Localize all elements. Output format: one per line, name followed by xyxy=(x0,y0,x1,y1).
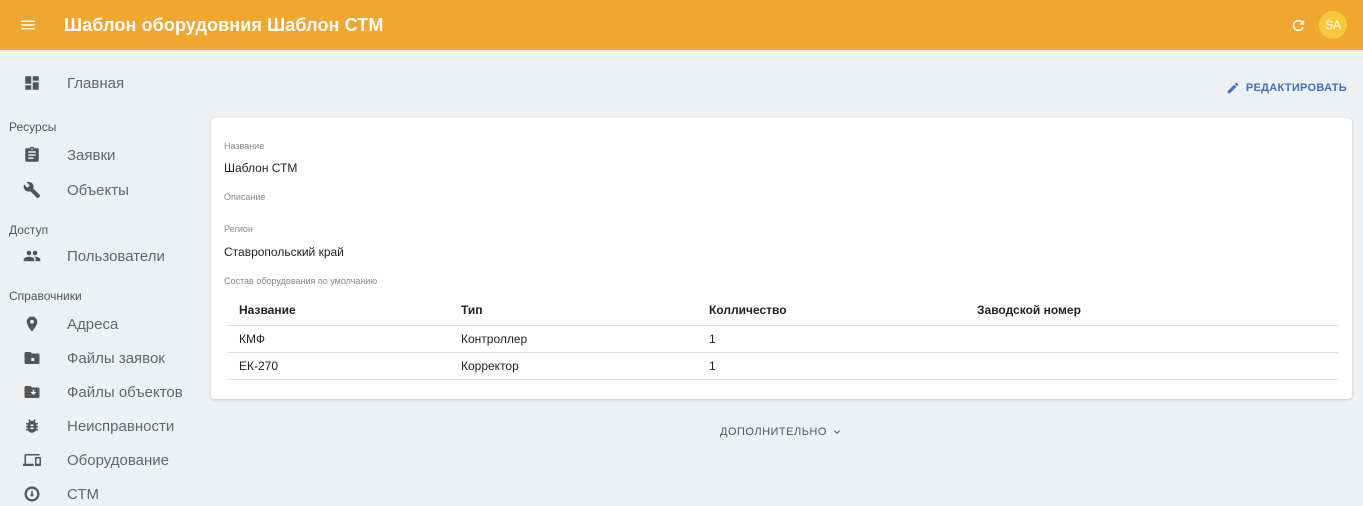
name-value: Шаблон СТМ xyxy=(224,161,298,175)
folder-icon xyxy=(22,348,42,368)
sidebar-item-equipment[interactable]: Оборудование xyxy=(0,443,200,477)
sidebar-item-stm[interactable]: СТМ xyxy=(0,477,200,506)
table-row[interactable]: ЕК-270 Корректор 1 xyxy=(227,352,1338,380)
sidebar-item-label: Файлы объектов xyxy=(67,383,183,401)
pencil-icon xyxy=(1227,82,1239,94)
name-label: Название xyxy=(224,141,265,151)
composition-label: Состав оборудования по умолчанию xyxy=(224,276,378,286)
sidebar-section-resources: Ресурсы xyxy=(9,120,57,134)
sidebar-section-access: Доступ xyxy=(9,223,49,237)
sidebar-section-refs: Справочники xyxy=(9,289,82,303)
place-icon xyxy=(22,314,42,334)
cell-quantity: 1 xyxy=(697,325,965,353)
sidebar-item-requests[interactable]: Заявки xyxy=(0,138,200,172)
more-button-label: ДОПОЛНИТЕЛЬНО xyxy=(720,426,827,438)
table-row[interactable]: КМФ Контроллер 1 xyxy=(227,325,1338,353)
edit-button[interactable]: РЕДАКТИРОВАТЬ xyxy=(1226,81,1347,95)
refresh-icon xyxy=(1292,19,1304,31)
menu-button[interactable] xyxy=(0,0,56,50)
clipboard-icon xyxy=(22,145,42,165)
sidebar-item-addresses[interactable]: Адреса xyxy=(0,307,200,341)
sidebar-item-home[interactable]: Главная xyxy=(0,66,200,100)
sidebar-item-request-files[interactable]: Файлы заявок xyxy=(0,341,200,375)
app-bar: Шаблон оборудовния Шаблон СТМ SA xyxy=(0,0,1363,50)
description-label: Описание xyxy=(224,192,266,202)
column-header-quantity[interactable]: Колличество xyxy=(697,296,965,326)
wrench-icon xyxy=(22,180,42,200)
bug-icon xyxy=(22,416,42,436)
column-header-name[interactable]: Название xyxy=(227,296,449,326)
page-title: Шаблон оборудовния Шаблон СТМ xyxy=(64,14,384,35)
cell-type: Корректор xyxy=(449,352,697,380)
devices-icon xyxy=(22,450,42,470)
sidebar-item-object-files[interactable]: Файлы объектов xyxy=(0,375,200,409)
sidebar-item-label: Главная xyxy=(67,74,125,92)
region-value: Ставропольский край xyxy=(224,245,344,259)
people-icon xyxy=(22,246,42,266)
cell-name: КМФ xyxy=(227,325,449,353)
sidebar-item-label: Файлы заявок xyxy=(67,349,165,367)
cell-serial xyxy=(965,352,1338,380)
menu-icon xyxy=(21,20,35,30)
sidebar-item-faults[interactable]: Неисправности xyxy=(0,409,200,443)
sidebar-item-label: Оборудование xyxy=(67,451,170,469)
region-label: Регион xyxy=(224,224,253,234)
sidebar-item-users[interactable]: Пользователи xyxy=(0,239,200,273)
table-header-row: Название Тип Колличество Заводской номер xyxy=(227,296,1338,326)
sidebar-item-label: Заявки xyxy=(67,146,116,164)
edit-button-label: РЕДАКТИРОВАТЬ xyxy=(1245,82,1347,94)
more-button[interactable]: ДОПОЛНИТЕЛЬНО xyxy=(720,426,843,438)
details-card: Название Шаблон СТМ Описание Регион Став… xyxy=(211,118,1352,399)
sidebar-item-label: Пользователи xyxy=(67,247,165,265)
cell-type: Контроллер xyxy=(449,325,697,353)
sidebar: Главная Ресурсы Заявки Объекты Доступ По… xyxy=(0,50,200,506)
equipment-table: Название Тип Колличество Заводской номер… xyxy=(227,296,1338,380)
refresh-button[interactable] xyxy=(1283,10,1313,40)
cell-serial xyxy=(965,325,1338,353)
cell-quantity: 1 xyxy=(697,352,965,380)
avatar[interactable]: SA xyxy=(1319,11,1347,39)
column-header-type[interactable]: Тип xyxy=(449,296,697,326)
gauge-icon xyxy=(22,484,42,504)
dashboard-icon xyxy=(22,73,42,93)
sidebar-item-label: Объекты xyxy=(67,181,129,199)
column-header-serial[interactable]: Заводской номер xyxy=(965,296,1338,326)
sidebar-item-label: Неисправности xyxy=(67,417,175,435)
cell-name: ЕК-270 xyxy=(227,352,449,380)
chevron-down-icon xyxy=(833,430,840,434)
sidebar-item-label: СТМ xyxy=(67,485,99,503)
sidebar-item-label: Адреса xyxy=(67,315,119,333)
folder-shared-icon xyxy=(22,382,42,402)
sidebar-item-objects[interactable]: Объекты xyxy=(0,173,200,207)
